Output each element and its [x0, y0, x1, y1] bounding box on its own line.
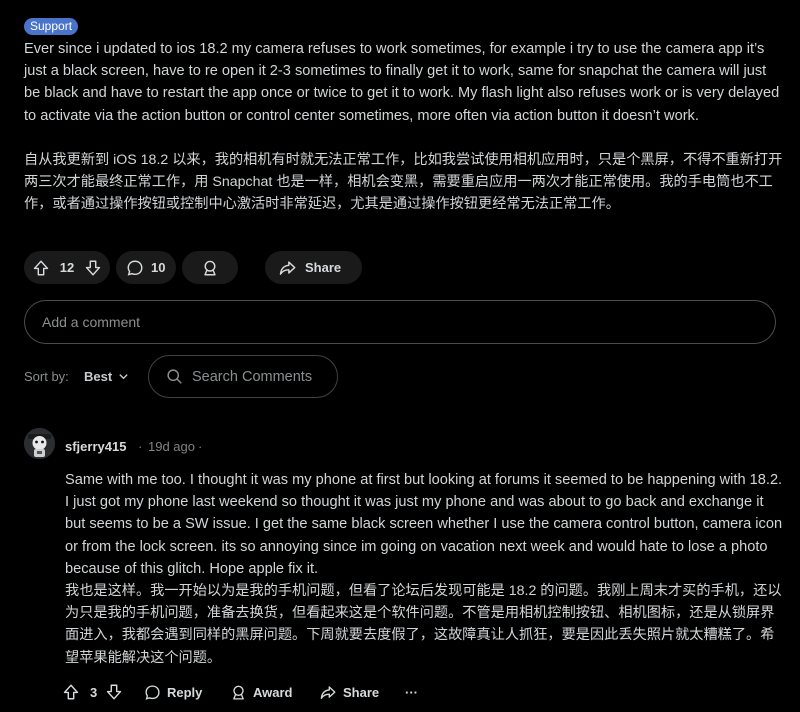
comment-bubble-icon — [145, 684, 160, 700]
comment-count: 10 — [151, 260, 166, 275]
arrow-up-icon — [33, 260, 49, 275]
award-icon — [233, 685, 244, 700]
comment-upvote-button[interactable] — [62, 681, 80, 703]
post-body-english: Ever since i updated to ios 18.2 my came… — [24, 41, 780, 124]
search-icon — [167, 369, 182, 384]
comment-share-button[interactable]: Share — [319, 681, 379, 703]
share-arrow-icon — [279, 260, 296, 275]
search-comments-placeholder: Search Comments — [192, 368, 313, 385]
comment-share-label: Share — [343, 684, 380, 700]
award-button[interactable] — [182, 251, 238, 284]
comment-vote-count: 3 — [90, 684, 98, 700]
post-vote-pill: 12 — [24, 251, 110, 284]
reply-label: Reply — [167, 684, 203, 700]
comment-timestamp[interactable]: 19d ago — [148, 439, 195, 454]
upvote-button[interactable] — [32, 259, 50, 277]
reply-button[interactable]: Reply — [144, 681, 202, 703]
add-comment-input[interactable]: Add a comment — [24, 300, 776, 344]
share-button[interactable]: Share — [265, 251, 362, 284]
comment-downvote-button[interactable] — [105, 681, 123, 703]
arrow-down-icon — [106, 684, 122, 700]
sort-value: Best — [84, 369, 113, 384]
award-label: Award — [253, 684, 293, 700]
more-options-button[interactable]: ··· — [405, 681, 418, 703]
chevron-down-icon — [119, 374, 128, 380]
arrow-down-icon — [85, 260, 101, 275]
comment-username[interactable]: sfjerry415 — [65, 439, 126, 454]
arrow-up-icon — [63, 684, 79, 700]
post-body-chinese: 自从我更新到 iOS 18.2 以来，我的相机有时就无法正常工作，比如我尝试使用… — [24, 152, 783, 213]
comment-bubble-icon — [127, 260, 143, 276]
award-icon — [204, 260, 216, 275]
post-vote-count: 12 — [59, 260, 75, 275]
share-label: Share — [305, 260, 342, 275]
sort-dropdown[interactable]: Best — [84, 369, 129, 384]
avatar[interactable] — [24, 428, 55, 459]
downvote-button[interactable] — [84, 259, 102, 277]
meta-separator-trailing: · — [198, 439, 203, 454]
comment-body-chinese: 我也是这样。我一开始以为是我的手机问题，但看了论坛后发现可能是 18.2 的问题… — [65, 583, 782, 666]
comment-body-english: Same with me too. I thought it was my ph… — [65, 472, 783, 577]
more-icon: ··· — [405, 684, 418, 700]
comment-award-button[interactable]: Award — [230, 681, 293, 703]
post-flair[interactable]: Support — [24, 18, 79, 35]
snoo-avatar-icon — [24, 428, 55, 459]
search-comments-input[interactable]: Search Comments — [148, 355, 338, 398]
meta-separator: · — [138, 439, 143, 454]
comments-button[interactable]: 10 — [116, 251, 176, 284]
share-arrow-icon — [320, 685, 336, 699]
sort-label: Sort by: — [24, 369, 69, 384]
